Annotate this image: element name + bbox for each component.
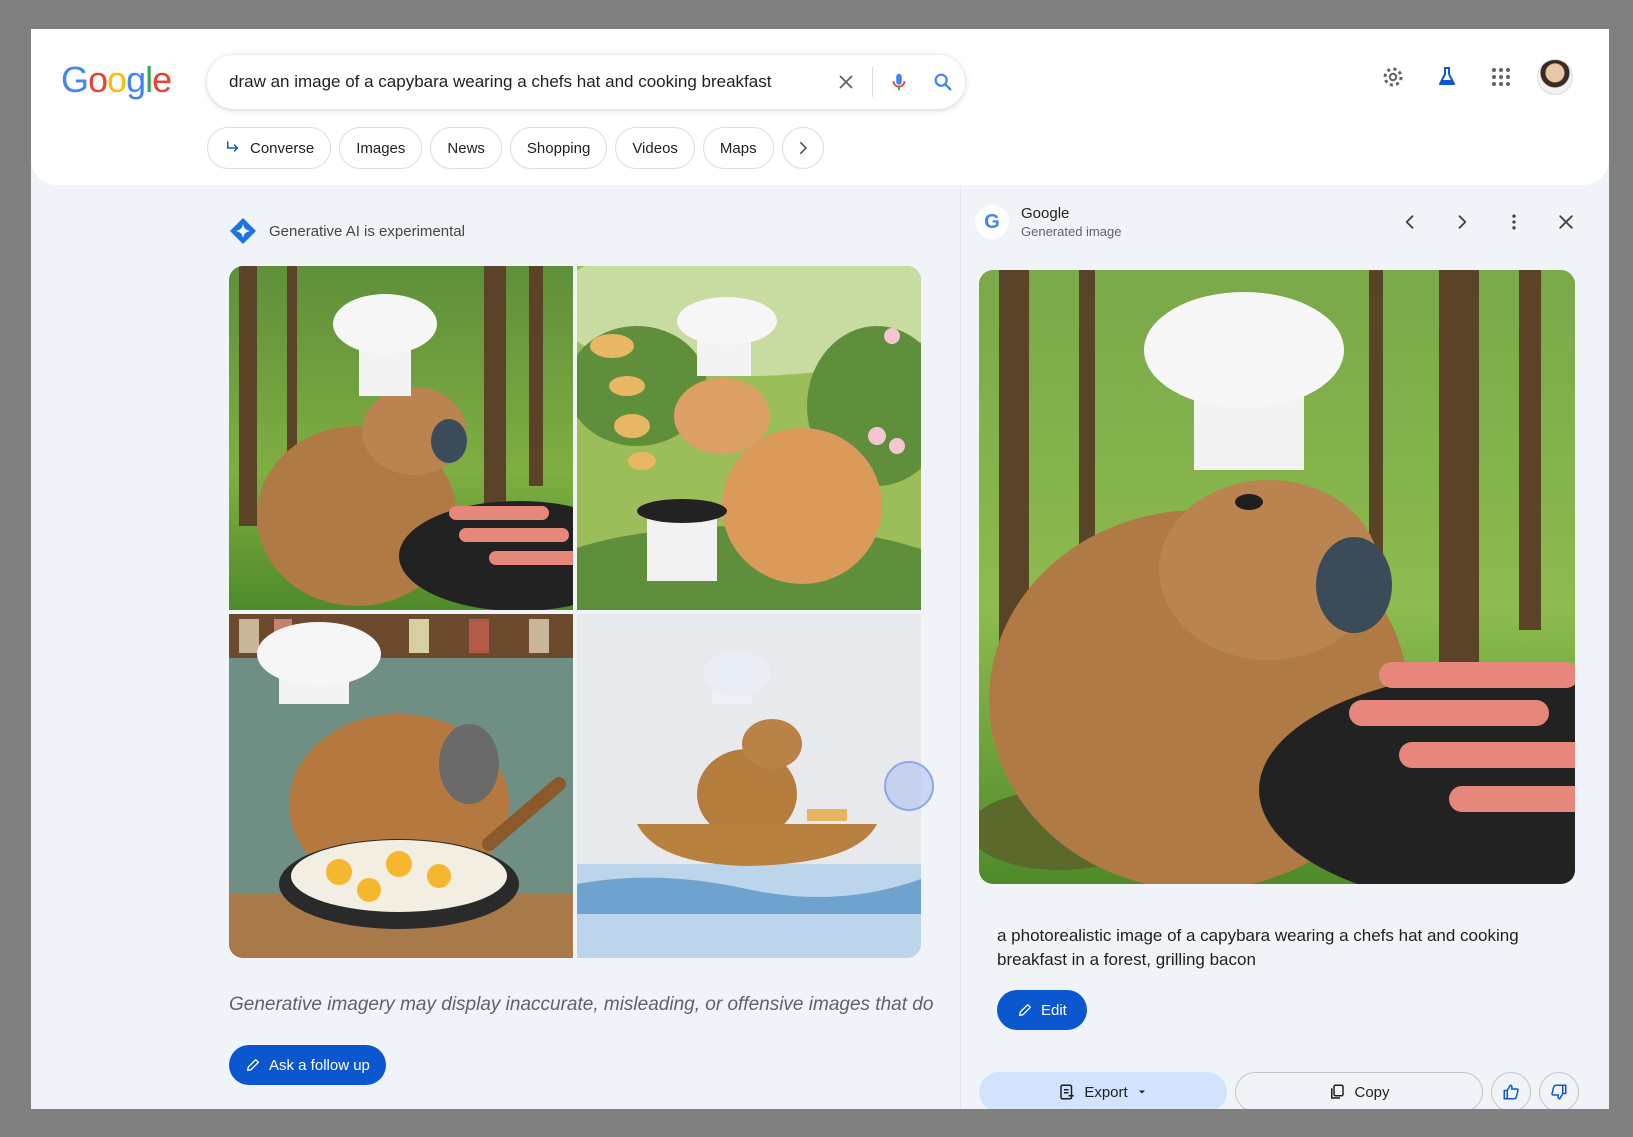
chip-images[interactable]: Images [339, 127, 423, 169]
chips-more-button[interactable] [781, 127, 824, 169]
voice-search-button[interactable] [877, 60, 921, 104]
chevron-left-icon [1405, 215, 1414, 229]
chip-news-label: News [447, 139, 485, 157]
pencil-icon [1019, 1004, 1031, 1016]
ask-follow-up-label: Ask a follow up [269, 1056, 370, 1074]
thumbs-down-icon [1551, 1084, 1567, 1100]
google-g-icon: G [975, 205, 1009, 239]
flask-icon [1439, 67, 1455, 85]
filter-chips: Converse Images News Shopping Videos Map… [207, 127, 824, 169]
copy-button[interactable]: Copy [1235, 1072, 1483, 1109]
panel-actions: Export Copy [979, 1072, 1579, 1109]
capybara-grill-forest-large-image [979, 270, 1575, 884]
chip-images-label: Images [356, 139, 406, 157]
logo-letter: l [145, 59, 153, 100]
image-detail-panel: G Google Generated image a photorealisti… [960, 186, 1593, 1109]
search-divider [872, 67, 873, 97]
microphone-icon [892, 73, 906, 91]
header-actions [1375, 59, 1573, 95]
search-box[interactable]: draw an image of a capybara wearing a ch… [207, 55, 965, 109]
google-logo[interactable]: Google [61, 59, 172, 101]
settings-button[interactable] [1375, 59, 1411, 95]
logo-letter: e [152, 59, 172, 100]
gemini-sparkle-icon [230, 218, 256, 244]
next-image-button[interactable] [1443, 203, 1481, 241]
capybara-frying-eggs-image [229, 614, 573, 958]
account-avatar[interactable] [1537, 59, 1573, 95]
search-icon [934, 73, 952, 91]
logo-letter: o [88, 59, 108, 100]
generative-disclaimer: Generative imagery may display inaccurat… [229, 994, 934, 1015]
export-doc-icon [1060, 1084, 1075, 1100]
ai-note-text: Generative AI is experimental [269, 222, 465, 240]
previous-image-button[interactable] [1391, 203, 1429, 241]
panel-source-title: Google [1021, 205, 1070, 222]
pointer-cursor-indicator [884, 761, 934, 811]
close-panel-button[interactable] [1547, 203, 1585, 241]
apps-button[interactable] [1483, 59, 1519, 95]
copy-icon [1331, 1084, 1345, 1099]
more-vert-icon [1512, 214, 1516, 230]
clear-search-button[interactable] [824, 60, 868, 104]
search-submit-button[interactable] [921, 60, 965, 104]
logo-letter: g [126, 59, 146, 100]
browser-viewport: Google draw an image of a capybara weari… [31, 29, 1609, 1109]
caret-down-icon [1138, 1090, 1145, 1094]
copy-label: Copy [1354, 1083, 1390, 1101]
export-button[interactable]: Export [979, 1072, 1227, 1109]
generated-image-1[interactable] [229, 266, 573, 610]
chevron-right-icon [1458, 215, 1467, 229]
chip-videos-label: Videos [632, 139, 678, 157]
selected-generated-image[interactable] [979, 270, 1575, 884]
apps-grid-icon [1492, 68, 1510, 86]
logo-letter: G [61, 59, 89, 100]
chip-shopping-label: Shopping [526, 139, 591, 157]
chip-maps-label: Maps [719, 139, 757, 157]
thumbs-up-icon [1503, 1084, 1519, 1100]
logo-letter: o [107, 59, 127, 100]
thumbs-up-button[interactable] [1491, 1072, 1531, 1109]
generated-image-4[interactable] [577, 614, 921, 958]
edit-prompt-button[interactable]: Edit [997, 990, 1087, 1030]
panel-header: G Google Generated image [975, 198, 1585, 246]
search-input[interactable]: draw an image of a capybara wearing a ch… [229, 72, 824, 92]
generated-image-3[interactable] [229, 614, 573, 958]
pencil-icon [247, 1059, 259, 1071]
chip-videos[interactable]: Videos [615, 127, 695, 169]
image-prompt-caption: a photorealistic image of a capybara wea… [997, 926, 1519, 969]
generated-image-2[interactable] [577, 266, 921, 610]
export-label: Export [1084, 1083, 1128, 1101]
panel-source-subtitle: Generated image [1021, 224, 1122, 239]
gear-icon [1383, 67, 1403, 87]
ask-follow-up-button[interactable]: Ask a follow up [229, 1045, 386, 1085]
capybara-grill-forest-image [229, 266, 573, 610]
chip-converse[interactable]: Converse [207, 127, 332, 169]
converse-arrow-icon [227, 141, 239, 152]
search-header: Google draw an image of a capybara weari… [31, 29, 1609, 185]
chip-shopping[interactable]: Shopping [509, 127, 608, 169]
chip-news[interactable]: News [430, 127, 502, 169]
thumbs-down-button[interactable] [1539, 1072, 1579, 1109]
capybara-boat-watercolor-image [577, 614, 921, 958]
chevron-right-icon [799, 142, 807, 154]
more-options-button[interactable] [1495, 203, 1533, 241]
edit-label: Edit [1041, 1001, 1067, 1019]
generative-ai-notice: Generative AI is experimental [229, 217, 465, 245]
close-icon [1559, 215, 1573, 229]
chip-converse-label: Converse [250, 139, 315, 157]
capybara-pancakes-image [577, 266, 921, 610]
labs-button[interactable] [1429, 59, 1465, 95]
generated-images-grid [229, 266, 921, 958]
close-icon [839, 75, 853, 89]
chip-maps[interactable]: Maps [702, 127, 774, 169]
